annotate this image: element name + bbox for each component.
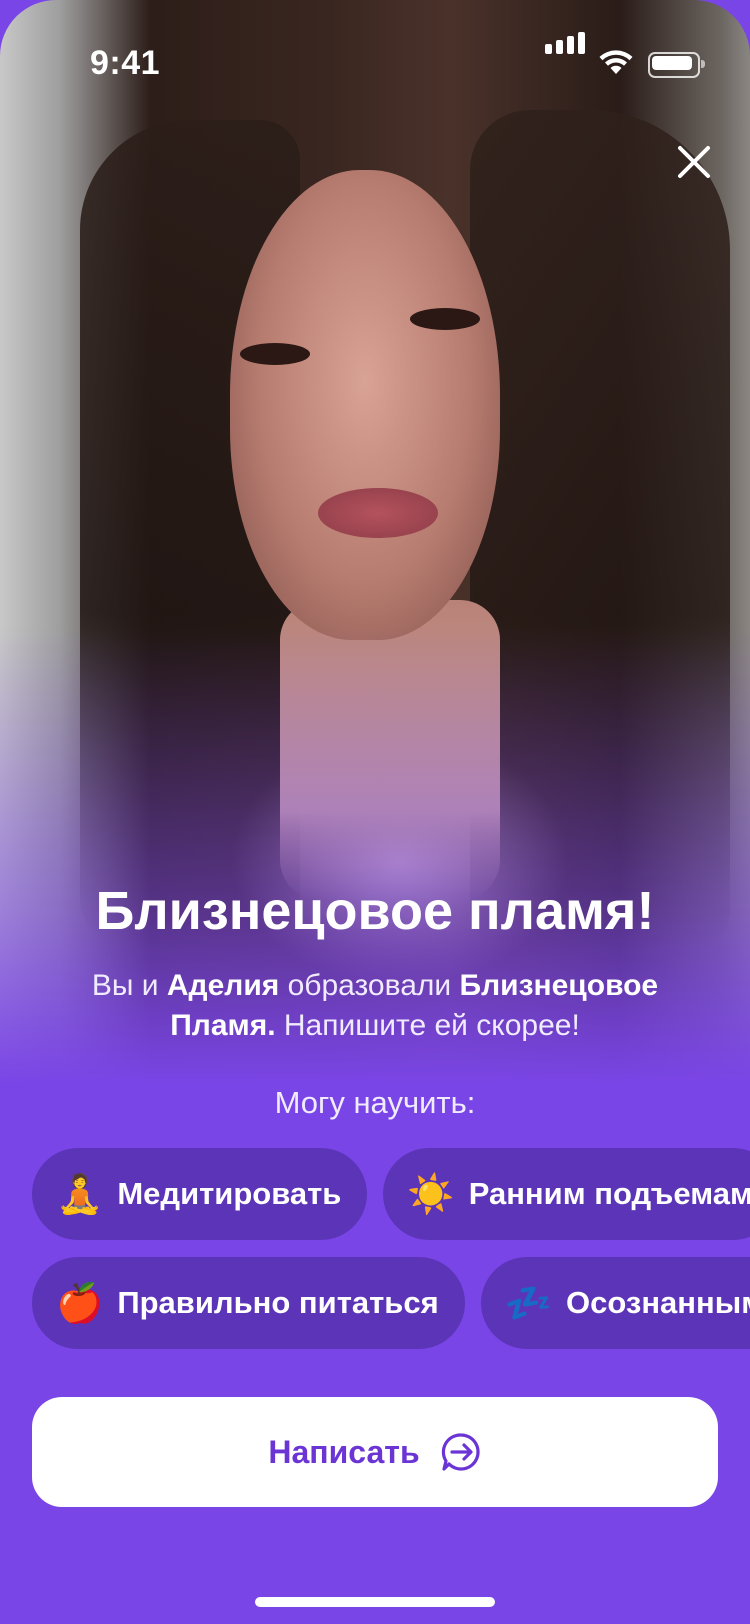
- wifi-icon: [599, 50, 633, 74]
- close-icon[interactable]: [672, 140, 716, 184]
- battery-icon: [648, 52, 705, 78]
- write-message-button[interactable]: Написать: [32, 1397, 718, 1507]
- photo-neck: [280, 600, 500, 900]
- subtitle-prefix: Вы и: [91, 969, 167, 1002]
- write-button-label: Написать: [268, 1433, 420, 1470]
- skill-chip[interactable]: 🍎 Правильно питаться: [32, 1257, 465, 1349]
- match-screen: 9:41 Близнецовое пламя! Вы и Аделия обра…: [0, 0, 750, 1624]
- subtitle-suffix: Напишите ей скорее!: [275, 1009, 580, 1042]
- bond-name-line2: Пламя.: [170, 1009, 276, 1042]
- sleep-icon: 💤: [504, 1280, 553, 1325]
- skills-label: Могу научить:: [274, 1085, 476, 1120]
- skill-chip-label: Осознанным снам: [566, 1285, 750, 1320]
- skill-chip[interactable]: ☀️ Ранним подъемам: [383, 1148, 750, 1240]
- skills-row-1: 🧘 Медитировать ☀️ Ранним подъемам: [32, 1148, 750, 1240]
- photo-hair-right: [470, 110, 730, 950]
- photo-hair-left: [80, 120, 300, 940]
- sun-icon: ☀️: [407, 1171, 455, 1216]
- home-indicator[interactable]: [255, 1597, 495, 1607]
- chat-arrow-icon: [441, 1433, 480, 1471]
- photo-eye-right: [410, 308, 480, 330]
- skill-chip-label: Ранним подъемам: [468, 1176, 750, 1211]
- bond-name-line1: Близнецовое: [459, 969, 659, 1002]
- photo-face: [230, 170, 500, 640]
- skill-chip-label: Медитировать: [117, 1176, 342, 1211]
- match-subtitle: Вы и Аделия образовали Близнецовое Пламя.…: [60, 966, 690, 1046]
- meditation-icon: 🧘: [56, 1171, 104, 1216]
- photo-lips: [318, 488, 438, 538]
- skills-row-2: 🍎 Правильно питаться 💤 Осознанным снам: [32, 1257, 750, 1349]
- partner-name: Аделия: [166, 969, 280, 1002]
- photo-eye-left: [240, 343, 310, 365]
- skill-chip[interactable]: 💤 Осознанным снам: [480, 1257, 750, 1349]
- match-title: Близнецовое пламя!: [95, 881, 655, 941]
- skill-chip[interactable]: 🧘 Медитировать: [32, 1148, 368, 1240]
- skill-chip-label: Правильно питаться: [117, 1285, 439, 1320]
- apple-icon: 🍎: [56, 1280, 104, 1325]
- status-bar: 9:41: [0, 32, 750, 90]
- status-time: 9:41: [90, 44, 161, 82]
- subtitle-mid: образовали: [279, 969, 460, 1002]
